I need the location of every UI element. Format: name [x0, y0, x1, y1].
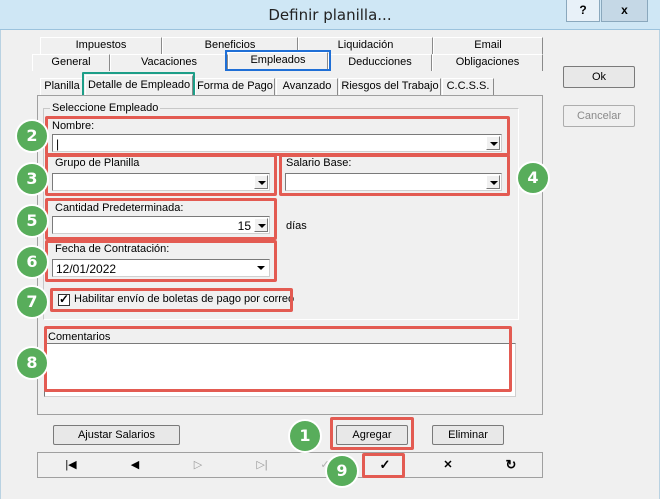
comentarios-highlight: [44, 326, 512, 392]
close-button[interactable]: x: [601, 0, 648, 22]
nombre-highlight: [45, 116, 510, 156]
callout-1: 1: [290, 421, 320, 451]
tab-ccss[interactable]: C.C.S.S.: [442, 78, 494, 95]
tab-riesgos-trabajo[interactable]: Riesgos del Trabajo: [339, 78, 441, 95]
callout-4: 4: [518, 163, 548, 193]
tab-impuestos[interactable]: Impuestos: [40, 37, 162, 54]
callout-9: 9: [327, 456, 357, 486]
refresh-icon[interactable]: ↻: [498, 456, 524, 474]
tab-vacaciones[interactable]: Vacaciones: [110, 54, 228, 71]
tab-deducciones[interactable]: Deducciones: [328, 54, 432, 71]
tab-obligaciones[interactable]: Obligaciones: [432, 54, 543, 71]
salario-highlight: [279, 154, 510, 196]
window-title: Definir planilla...: [268, 6, 392, 24]
next-record-icon[interactable]: ▷: [185, 456, 211, 474]
confirm-highlight: [362, 453, 405, 478]
cantidad-unit: días: [286, 220, 307, 232]
callout-3: 3: [17, 164, 47, 194]
prev-record-icon[interactable]: ◀: [122, 456, 148, 474]
record-navigator: |◀ ◀ ▷ ▷| ✓ ✓ ✕ ↻: [37, 452, 543, 478]
callout-7: 7: [17, 287, 47, 317]
grupo-highlight: [45, 154, 277, 196]
eliminar-button[interactable]: Eliminar: [432, 425, 504, 445]
callout-2: 2: [17, 121, 47, 151]
help-button[interactable]: ?: [566, 0, 600, 22]
tab-forma-pago[interactable]: Forma de Pago: [195, 78, 275, 95]
tab-avanzado[interactable]: Avanzado: [276, 78, 338, 95]
first-record-icon[interactable]: |◀: [58, 456, 84, 474]
callout-5: 5: [17, 206, 47, 236]
tab-planilla[interactable]: Planilla: [40, 78, 84, 95]
tab-email[interactable]: Email: [433, 37, 543, 54]
callout-8: 8: [17, 348, 47, 378]
tab-general[interactable]: General: [32, 54, 110, 71]
cancel-x-icon[interactable]: ✕: [435, 456, 461, 474]
cancelar-button[interactable]: Cancelar: [563, 105, 635, 127]
last-record-icon[interactable]: ▷|: [249, 456, 275, 474]
ajustar-salarios-button[interactable]: Ajustar Salarios: [53, 425, 180, 445]
checkbox-highlight: [50, 288, 293, 312]
callout-6: 6: [17, 247, 47, 277]
group-legend: Seleccione Empleado: [50, 102, 161, 114]
empleados-tab-highlight: [225, 50, 331, 71]
ok-button[interactable]: Ok: [563, 66, 635, 88]
title-bar: Definir planilla... ? x: [0, 0, 660, 30]
dialog-window: Definir planilla... ? x Impuestos Benefi…: [0, 0, 660, 499]
agregar-highlight: [330, 417, 414, 450]
cantidad-highlight: [45, 198, 277, 240]
fecha-highlight: [45, 240, 277, 282]
